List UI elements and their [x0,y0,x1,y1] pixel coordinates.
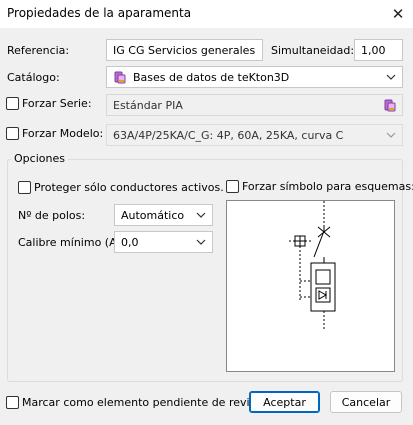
marcar-pendiente-box[interactable] [6,396,19,409]
forzar-serie-label: Forzar Serie: [22,97,92,110]
chevron-down-icon [386,132,396,138]
forzar-simbolo-checkbox[interactable]: Forzar símbolo para esquemas: [226,180,413,193]
title-bar: Propiedades de la aparamenta ✕ [0,0,413,28]
catalogo-value: Bases de datos de teKton3D [133,70,290,84]
forzar-simbolo-box[interactable] [226,180,239,193]
catalogo-select[interactable]: Bases de datos de teKton3D [106,66,403,88]
marcar-pendiente-label: Marcar como elemento pendiente de revisi… [22,396,276,409]
forzar-modelo-label: Forzar Modelo: [22,127,104,140]
referencia-input[interactable]: IG CG Servicios generales [106,39,263,61]
symbol-preview [226,200,395,372]
simultaneidad-input[interactable]: 1,00 [354,39,403,61]
forzar-serie-checkbox[interactable]: Forzar Serie: [6,97,92,110]
forzar-modelo-box[interactable] [6,127,19,140]
forzar-serie-value: Estándar PIA [113,98,183,112]
close-button[interactable]: ✕ [383,0,413,28]
close-icon: ✕ [391,5,405,23]
num-polos-value: Automático [121,208,185,222]
num-polos-select[interactable]: Automático [114,204,213,226]
forzar-serie-field: Estándar PIA [106,94,403,116]
database-icon[interactable] [383,98,397,112]
proteger-checkbox[interactable]: Proteger sólo conductores activos. [18,181,224,194]
opciones-legend: Opciones [11,152,68,165]
catalogo-label: Catálogo: [7,71,60,84]
forzar-modelo-select: 63A/4P/25KA/C_G: 4P, 60A, 25KA, curva C [106,124,403,146]
calibre-value: 0,0 [121,235,139,249]
simultaneidad-value: 1,00 [361,43,386,57]
referencia-value: IG CG Servicios generales [113,43,256,57]
forzar-serie-box[interactable] [6,97,19,110]
proteger-box[interactable] [18,181,31,194]
forzar-simbolo-label: Forzar símbolo para esquemas: [242,180,413,193]
accept-button[interactable]: Aceptar [249,391,320,413]
forzar-modelo-value: 63A/4P/25KA/C_G: 4P, 60A, 25KA, curva C [113,128,344,142]
referencia-label: Referencia: [7,44,70,57]
num-polos-label: Nº de polos: [18,209,86,222]
window-title: Propiedades de la aparamenta [7,6,192,20]
calibre-select[interactable]: 0,0 [114,231,213,253]
database-icon [114,71,126,84]
chevron-down-icon [196,239,206,245]
marcar-pendiente-checkbox[interactable]: Marcar como elemento pendiente de revisi… [6,396,276,409]
chevron-down-icon [386,74,396,80]
calibre-label: Calibre mínimo (A): [18,236,125,249]
chevron-down-icon [196,212,206,218]
simultaneidad-label: Simultaneidad: [271,44,355,57]
forzar-modelo-checkbox[interactable]: Forzar Modelo: [6,127,103,140]
breaker-symbol [289,201,336,329]
cancel-button[interactable]: Cancelar [330,391,402,413]
proteger-label: Proteger sólo conductores activos. [34,181,224,194]
